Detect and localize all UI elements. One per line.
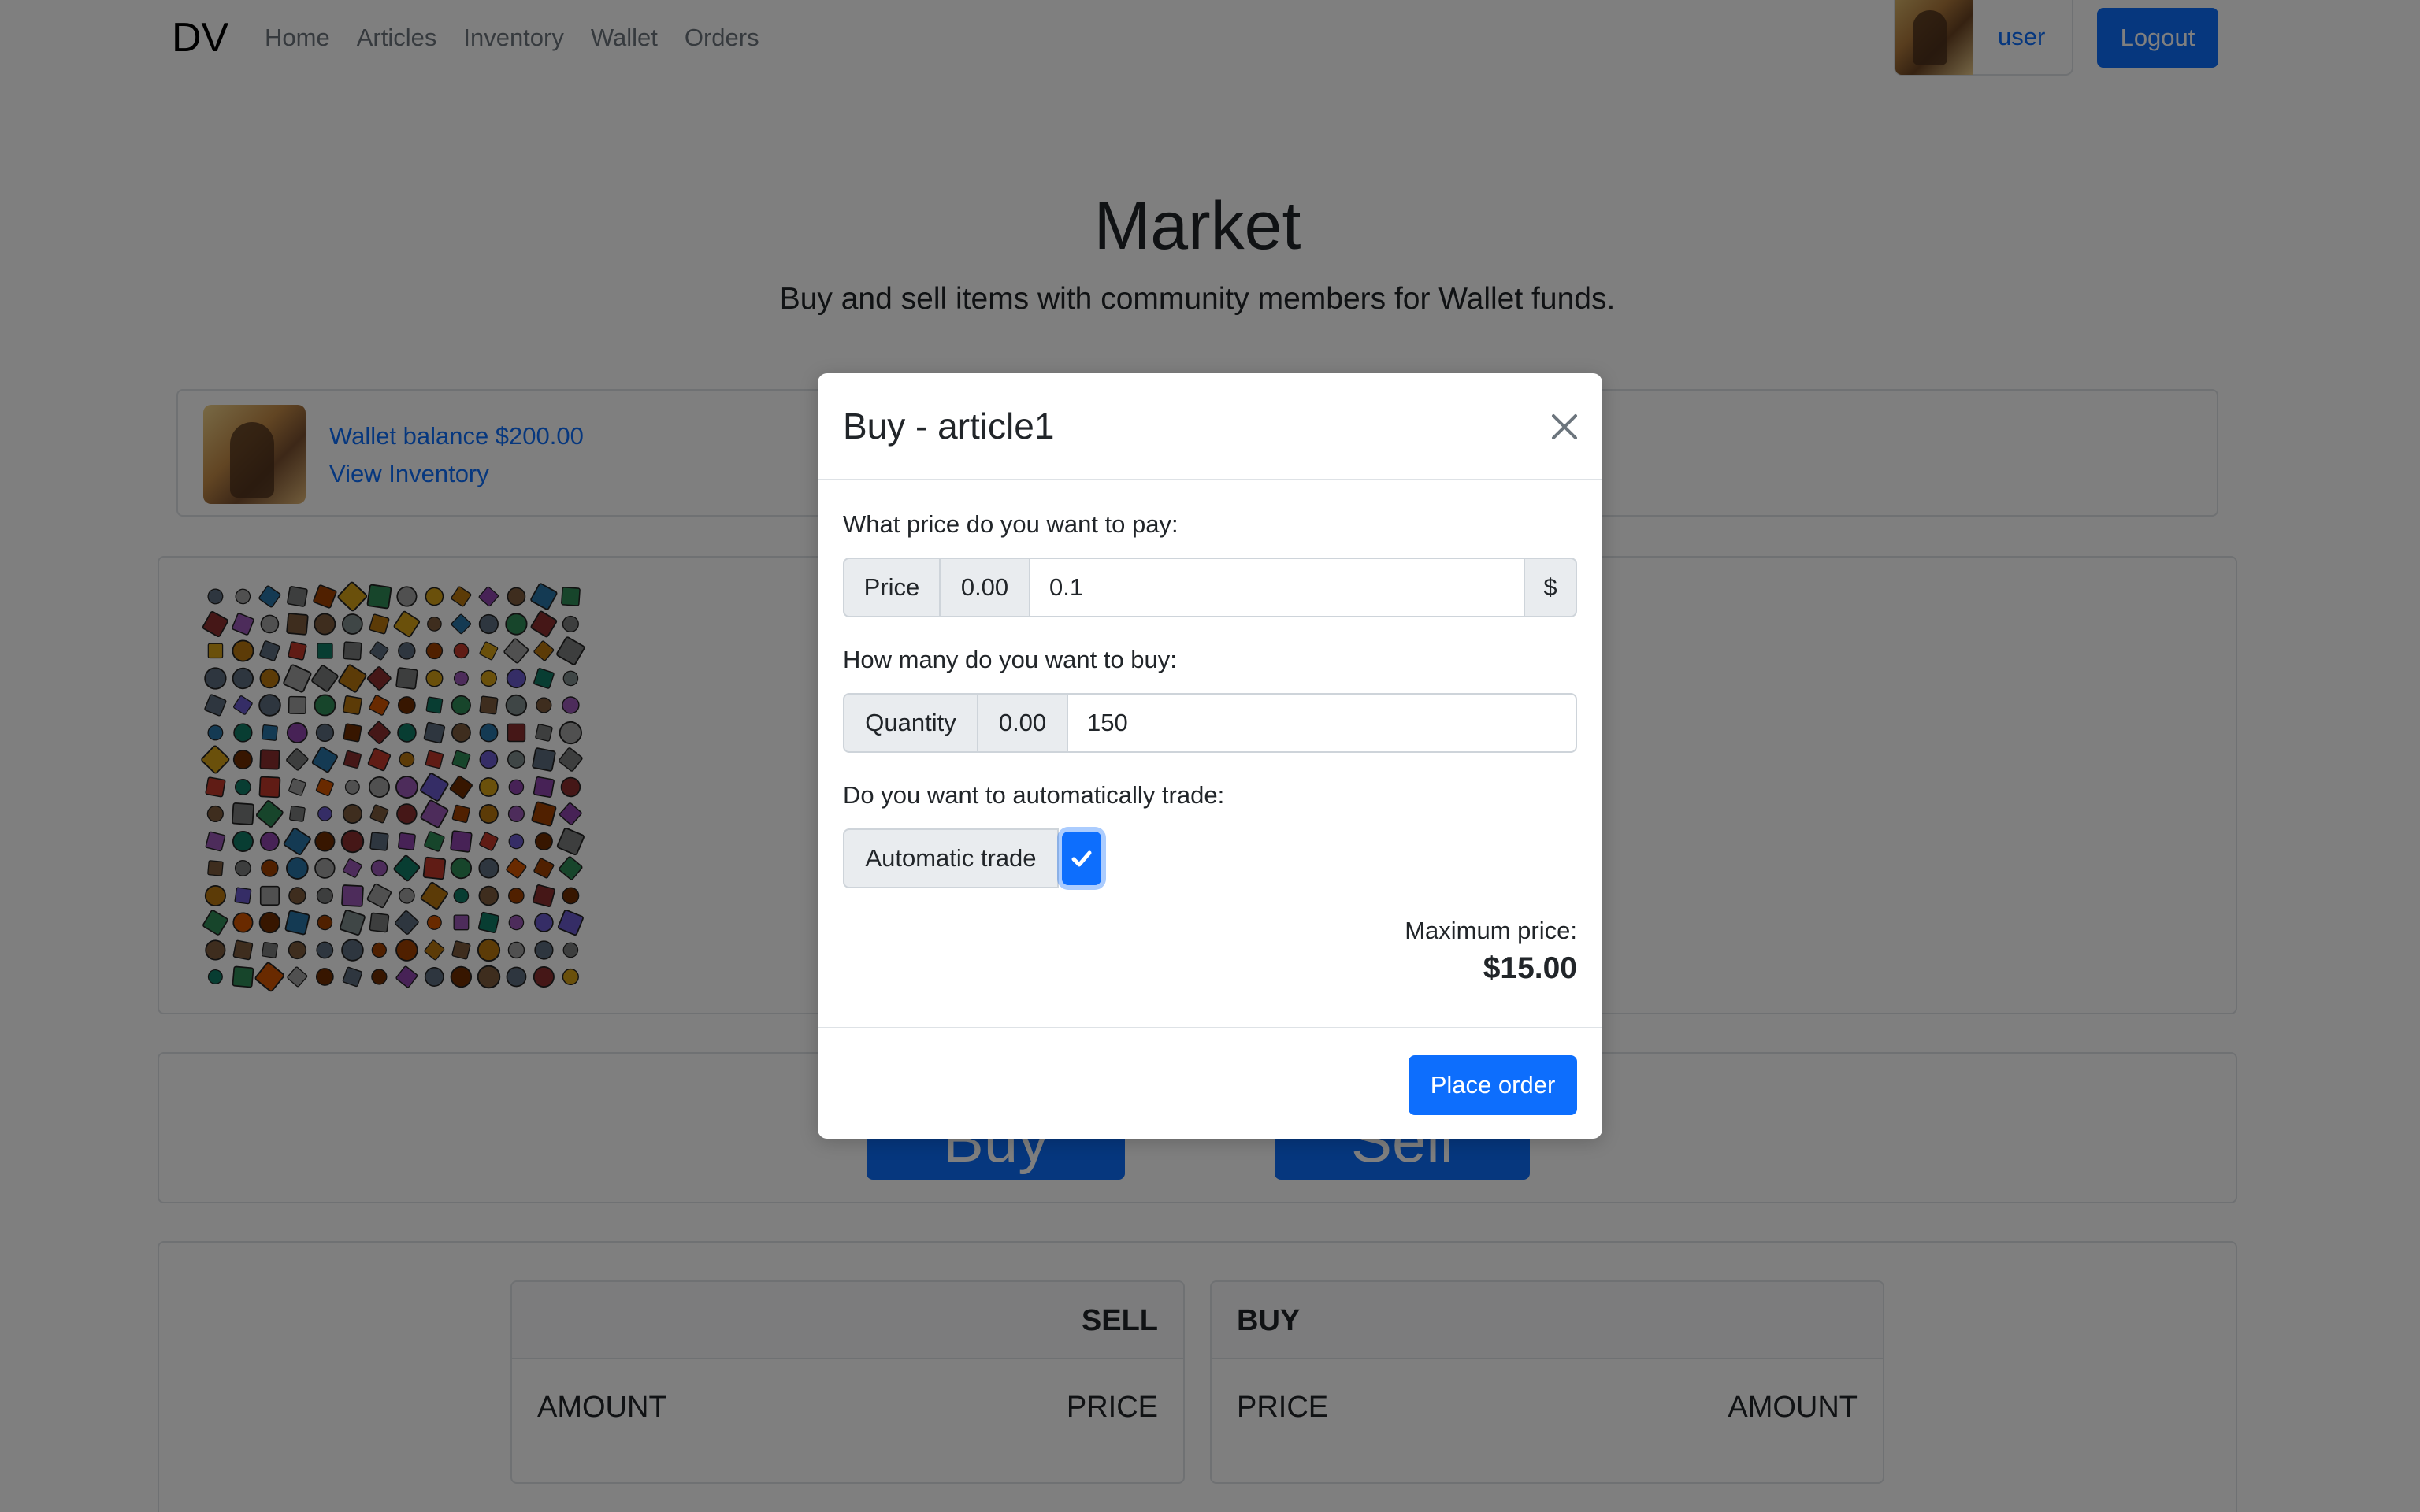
buy-modal: Buy - article1 What price do you want to… [818, 373, 1602, 1139]
auto-trade-checkbox-wrap [1060, 828, 1103, 888]
price-input-group: Price 0.00 $ [843, 558, 1577, 617]
modal-header: Buy - article1 [818, 373, 1602, 480]
currency-addon: $ [1524, 558, 1577, 617]
quantity-input-group: Quantity 0.00 [843, 693, 1577, 753]
price-question-label: What price do you want to pay: [843, 510, 1178, 538]
price-addon-label: Price [843, 558, 941, 617]
check-icon [1071, 850, 1092, 867]
auto-trade-label: Automatic trade [843, 828, 1059, 888]
modal-footer: Place order [818, 1027, 1602, 1139]
quantity-min-addon: 0.00 [977, 693, 1068, 753]
close-icon[interactable] [1546, 408, 1583, 446]
max-price-label: Maximum price: [1405, 917, 1577, 944]
auto-trade-question-label: Do you want to automatically trade: [843, 781, 1225, 809]
quantity-question-label: How many do you want to buy: [843, 646, 1177, 673]
price-min-addon: 0.00 [939, 558, 1030, 617]
quantity-input[interactable] [1067, 693, 1577, 753]
quantity-addon-label: Quantity [843, 693, 978, 753]
auto-trade-group: Automatic trade [843, 828, 1111, 888]
max-price-value: $15.00 [1483, 951, 1577, 985]
place-order-button[interactable]: Place order [1409, 1055, 1577, 1115]
auto-trade-checkbox[interactable] [1062, 832, 1101, 885]
modal-title: Buy - article1 [843, 406, 1055, 447]
price-input[interactable] [1029, 558, 1525, 617]
